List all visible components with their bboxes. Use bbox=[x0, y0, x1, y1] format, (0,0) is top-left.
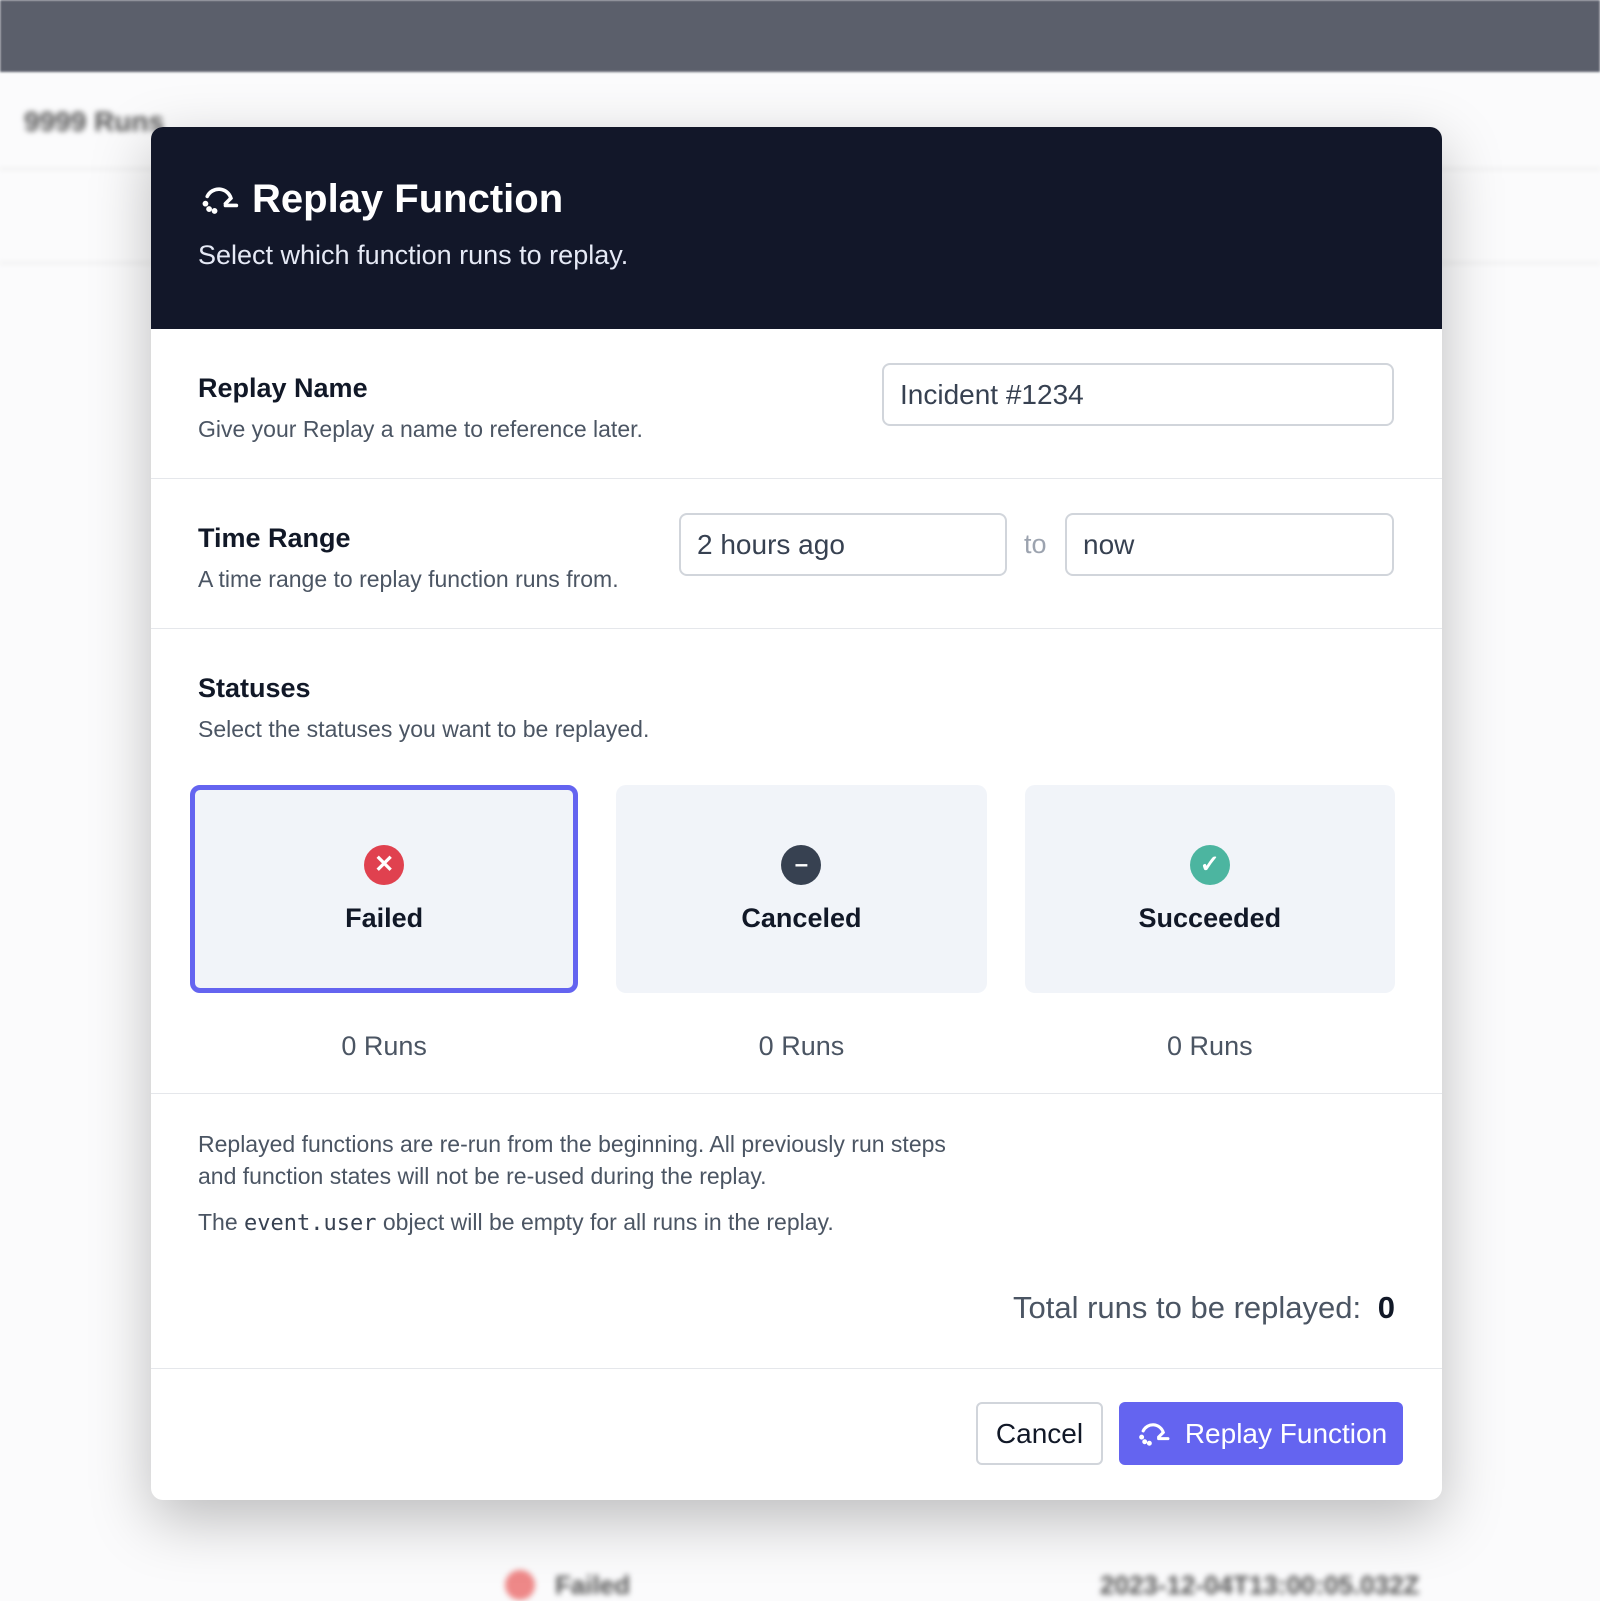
total-runs: Total runs to be replayed: 0 bbox=[1013, 1290, 1395, 1326]
background-row-status: Failed bbox=[555, 1570, 631, 1600]
status-label: Succeeded bbox=[1138, 902, 1282, 933]
time-range-to-input[interactable]: now bbox=[1065, 513, 1394, 576]
statuses-description: Select the statuses you want to be repla… bbox=[198, 716, 650, 742]
total-runs-value: 0 bbox=[1377, 1290, 1395, 1325]
modal-subtitle: Select which function runs to replay. bbox=[198, 240, 629, 270]
status-runs-count: 0 Runs bbox=[341, 1031, 427, 1061]
status-runs-count: 0 Runs bbox=[1167, 1031, 1253, 1061]
x-circle-icon: ✕ bbox=[364, 844, 405, 885]
time-range-from-input[interactable]: 2 hours ago bbox=[679, 513, 1007, 576]
replay-note: Replayed functions are re-run from the b… bbox=[198, 1131, 946, 1189]
modal-title: Replay Function bbox=[252, 177, 564, 221]
modal-footer: Cancel Replay Function bbox=[151, 1369, 1442, 1499]
replay-name-section: Replay Name Give your Replay a name to r… bbox=[151, 329, 1442, 479]
replay-function-button[interactable]: Replay Function bbox=[1119, 1402, 1403, 1465]
status-label: Failed bbox=[345, 902, 424, 933]
minus-circle-icon: – bbox=[781, 844, 822, 885]
total-runs-label: Total runs to be replayed: bbox=[1013, 1290, 1362, 1325]
event-user-note: The event.user object will be empty for … bbox=[198, 1209, 834, 1236]
status-card-failed[interactable]: ✕ Failed bbox=[190, 785, 579, 993]
background-runs-count: 9999 Runs bbox=[24, 106, 165, 137]
statuses-label: Statuses bbox=[198, 673, 311, 703]
notes-section: Replayed functions are re-run from the b… bbox=[151, 1094, 1442, 1369]
modal-header: Replay Function Select which function ru… bbox=[151, 127, 1442, 329]
app-header-backdrop bbox=[0, 0, 1600, 72]
status-label: Canceled bbox=[741, 902, 862, 933]
check-circle-icon: ✓ bbox=[1189, 844, 1230, 885]
replay-name-input[interactable]: Incident #1234 bbox=[882, 363, 1394, 426]
time-range-section: Time Range A time range to replay functi… bbox=[151, 479, 1442, 629]
time-range-separator: to bbox=[1024, 529, 1047, 559]
replay-modal: Replay Function Select which function ru… bbox=[151, 127, 1442, 1500]
background-row-timestamp: 2023-12-04T13:00:05.032Z bbox=[1100, 1570, 1420, 1600]
replay-icon bbox=[1138, 1422, 1170, 1446]
cancel-button[interactable]: Cancel bbox=[976, 1402, 1103, 1465]
statuses-section: Statuses Select the statuses you want to… bbox=[151, 629, 1442, 1094]
status-card-succeeded[interactable]: ✓ Succeeded bbox=[1024, 785, 1395, 993]
status-runs-count: 0 Runs bbox=[758, 1031, 845, 1061]
status-card-canceled[interactable]: – Canceled bbox=[616, 785, 987, 993]
replay-icon bbox=[202, 186, 239, 214]
